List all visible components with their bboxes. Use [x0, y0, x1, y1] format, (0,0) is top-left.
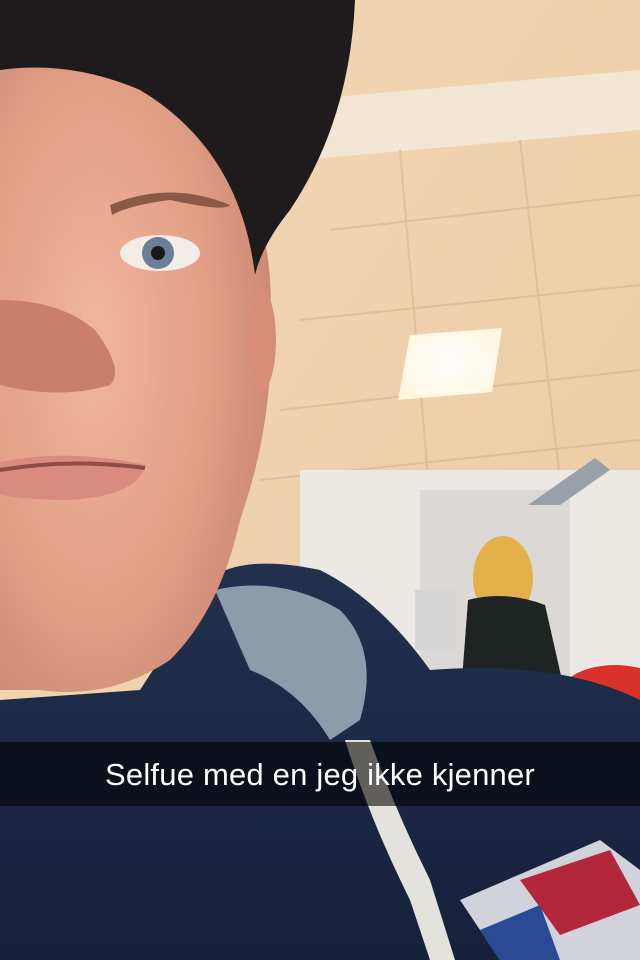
- ear: [248, 290, 276, 390]
- selfie-photo: [0, 0, 640, 960]
- ceiling-light: [398, 328, 502, 400]
- caption-bar: Selfue med en jeg ikke kjenner: [0, 742, 640, 806]
- caption-text: Selfue med en jeg ikke kjenner: [105, 756, 535, 792]
- eye: [120, 235, 200, 271]
